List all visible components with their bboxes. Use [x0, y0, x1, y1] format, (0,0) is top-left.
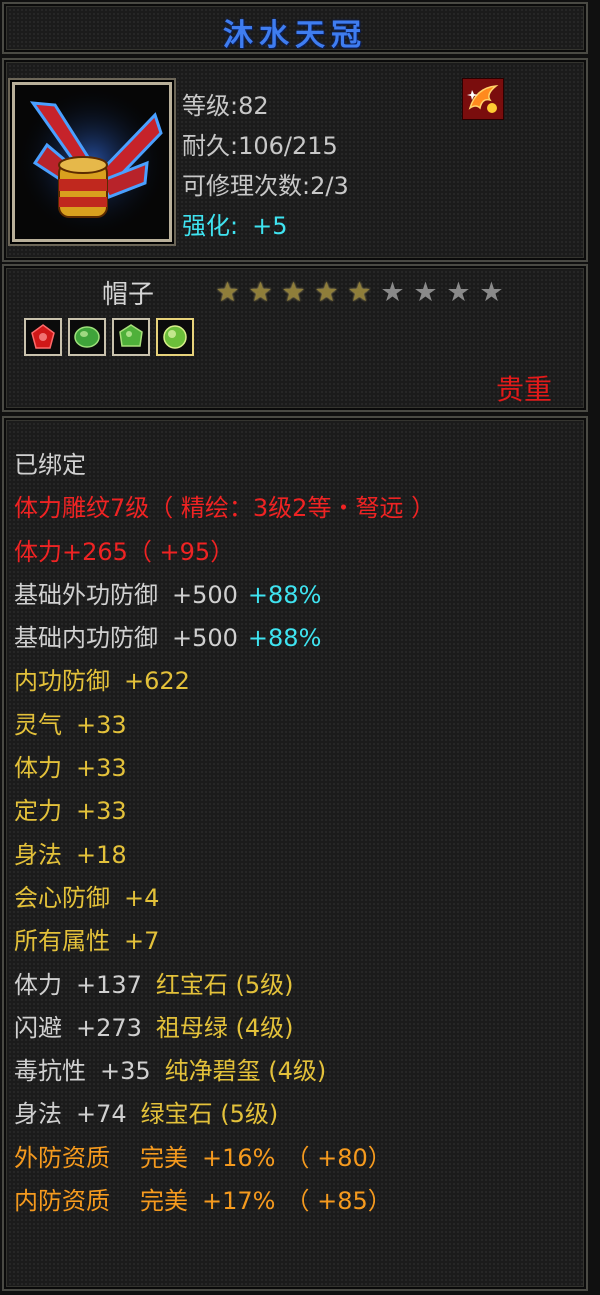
attribute-row: 会心防御 +4 — [14, 883, 160, 912]
star-empty-icon: ★ — [446, 277, 471, 308]
gem-socket[interactable] — [24, 318, 62, 356]
star-empty-icon: ★ — [380, 277, 405, 308]
item-enhance: 强化: +5 — [182, 206, 287, 241]
quality-row: 内防资质 完美 +17% （ +85） — [14, 1187, 392, 1216]
item-repair-count: 可修理次数:2/3 — [182, 172, 349, 200]
attribute-row: 定力 +33 — [14, 797, 127, 826]
item-attributes-panel: 已绑定 体力雕纹7级（ 精绘：3级2等・弩远 ） 体力+265（ +95） 基础… — [2, 416, 588, 1291]
engrave-line: 体力雕纹7级（ 精绘：3级2等・弩远 ） — [14, 494, 436, 523]
gem-attribute-row: 身法 +74 绿宝石 (5级) — [14, 1100, 279, 1129]
item-type: 帽子 — [102, 280, 155, 310]
star-filled-icon: ★ — [248, 277, 273, 308]
green-gem-icon — [163, 325, 187, 349]
item-icon-slot[interactable] — [12, 82, 172, 242]
attribute-row: 体力 +33 — [14, 754, 127, 783]
attribute-row: 身法 +18 — [14, 840, 127, 869]
star-filled-icon: ★ — [347, 277, 372, 308]
attribute-row: 灵气 +33 — [14, 710, 127, 739]
attribute-row: 内功防御 +622 — [14, 667, 190, 696]
item-durability: 耐久:106/215 — [182, 132, 338, 160]
star-filled-icon: ★ — [215, 277, 240, 308]
attribute-row: 所有属性 +7 — [14, 927, 160, 956]
enhance-value: +5 — [252, 212, 288, 240]
green-gem-icon — [74, 326, 100, 348]
bound-status: 已绑定 — [14, 451, 86, 479]
strength-line: 体力+265（ +95） — [14, 537, 235, 566]
item-name: 沐水天冠 — [223, 18, 367, 53]
gem-attribute-row: 毒抗性 +35 纯净碧玺 (4级) — [14, 1057, 327, 1086]
green-gem-icon — [119, 324, 143, 347]
star-filled-icon: ★ — [281, 277, 306, 308]
star-rating: ★ ★ ★ ★ ★ ★ ★ ★ ★ — [212, 278, 507, 308]
gem-socket[interactable] — [156, 318, 194, 356]
gem-sockets — [24, 318, 194, 356]
gem-socket[interactable] — [68, 318, 106, 356]
item-level: 等级:82 — [182, 92, 269, 120]
star-empty-icon: ★ — [413, 277, 438, 308]
item-rarity: 贵重 — [495, 373, 552, 406]
star-empty-icon: ★ — [479, 277, 504, 308]
star-filled-icon: ★ — [314, 277, 339, 308]
phoenix-badge-icon[interactable] — [461, 77, 505, 121]
winged-crown-icon — [15, 85, 169, 239]
red-gem-icon — [31, 324, 55, 349]
quality-row: 外防资质 完美 +16% （ +80） — [14, 1143, 392, 1172]
gem-socket[interactable] — [112, 318, 150, 356]
item-title-bar: 沐水天冠 — [2, 2, 588, 54]
gem-attribute-row: 体力 +137 红宝石 (5级) — [14, 970, 294, 999]
base-external-defense: 基础外功防御 +500 +88% — [14, 580, 322, 609]
base-internal-defense: 基础内功防御 +500 +88% — [14, 624, 322, 653]
item-type-panel: 帽子 ★ ★ ★ ★ ★ ★ ★ ★ ★ 贵重 — [2, 264, 588, 412]
enhance-label: 强化: — [182, 212, 239, 240]
item-info-panel: 等级:82 耐久:106/215 可修理次数:2/3 强化: +5 — [2, 58, 588, 262]
gem-attribute-row: 闪避 +273 祖母绿 (4级) — [14, 1013, 294, 1042]
